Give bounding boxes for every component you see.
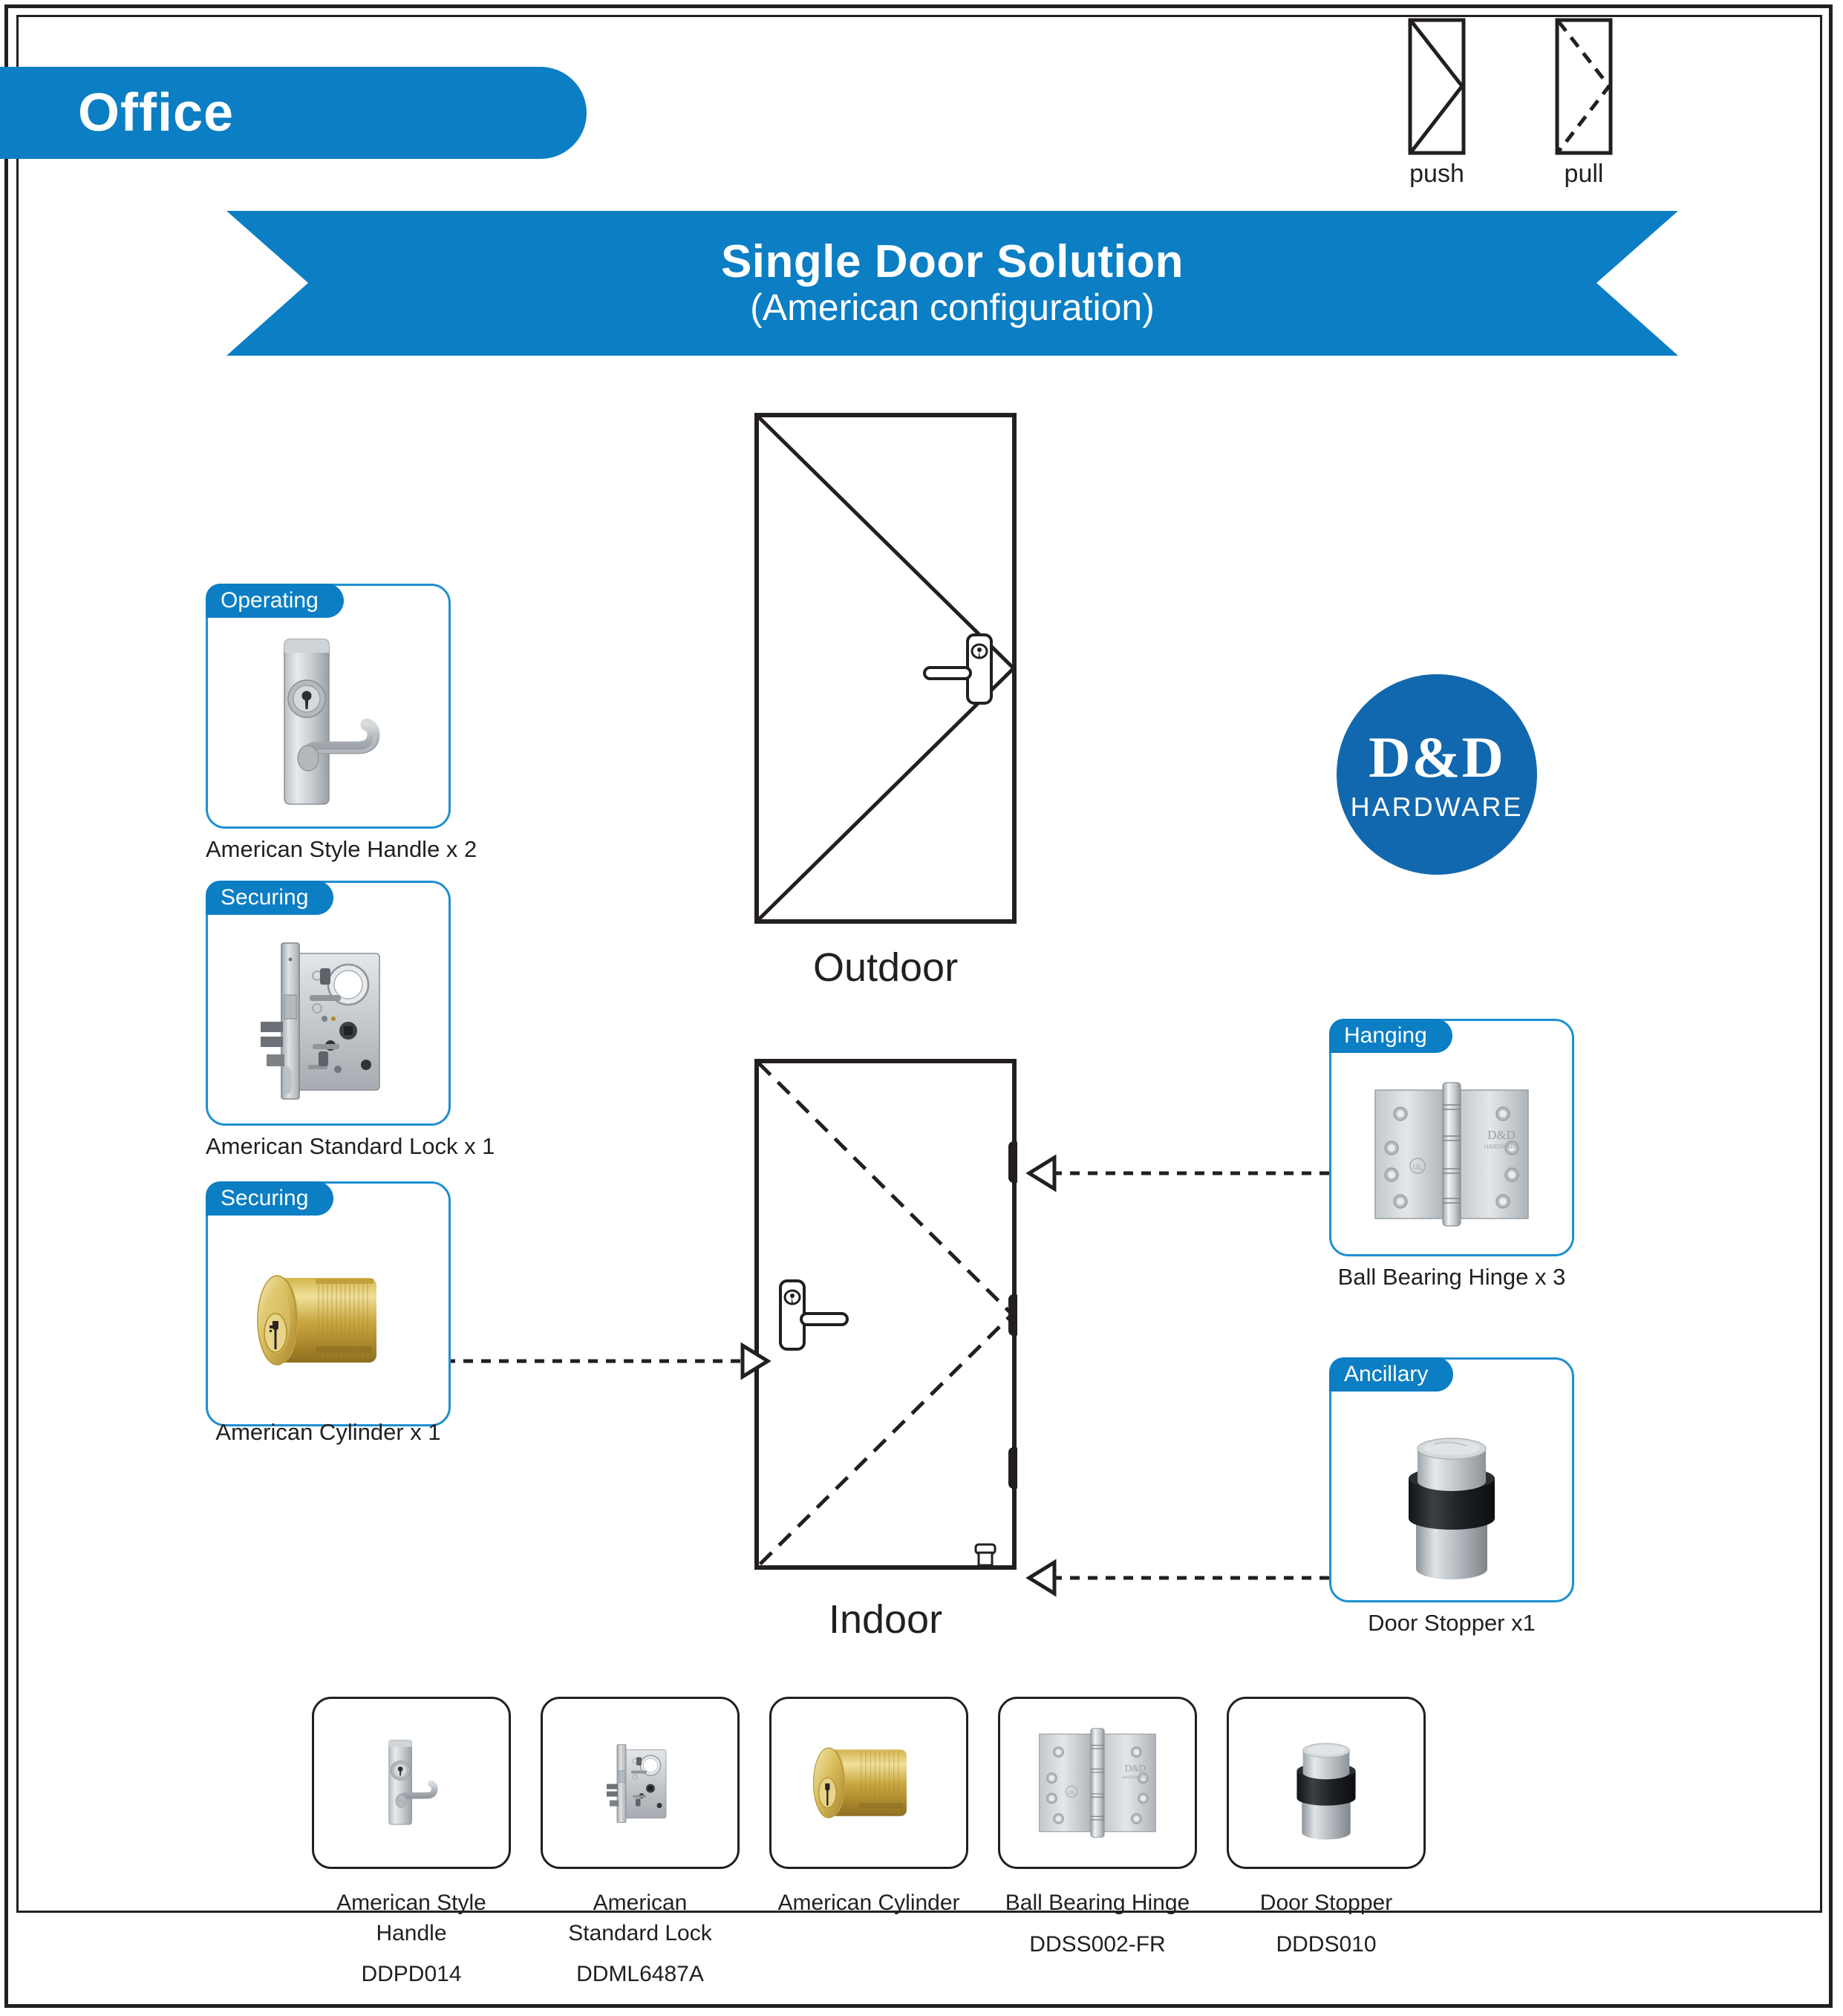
callout-caption-american-style-handle: American Style Handle x 2 xyxy=(206,836,477,862)
callout-door-stopper[interactable]: Ancillary xyxy=(1329,1357,1574,1602)
legend-thumb-lever-handle-plate xyxy=(312,1697,511,1869)
hinge-mark-top xyxy=(1008,1141,1017,1183)
legend-code: DDDS010 xyxy=(1276,1931,1377,1957)
callout-caption-ball-bearing-hinge: Ball Bearing Hinge x 3 xyxy=(1337,1264,1566,1290)
lever-handle-plate-image xyxy=(208,624,448,821)
callout-badge-securing-lock: Securing xyxy=(206,881,334,915)
legend-label: American Cylinder xyxy=(777,1891,960,1915)
floor-door-stop-image xyxy=(1331,1398,1572,1594)
hinge-mark-middle xyxy=(1008,1294,1017,1336)
legend-label: American Standard Lock xyxy=(568,1891,712,1945)
banner-ribbon-shape xyxy=(226,211,1678,356)
door-solution-infographic: Office push pull Single Door Solution (A… xyxy=(0,0,1843,2016)
brand-logo: D&D HARDWARE xyxy=(1337,674,1537,875)
mortise-lock-body-image xyxy=(208,921,448,1118)
callout-american-style-handle[interactable]: Operating xyxy=(206,584,451,829)
legend-thumb-floor-door-stop xyxy=(1227,1697,1426,1869)
legend-item-american-standard-lock[interactable]: American Standard Lock DDML6487A xyxy=(541,1697,740,1987)
svg-text:D&D: D&D xyxy=(1125,1762,1146,1773)
callout-ball-bearing-hinge[interactable]: Hanging D&D HARDWARE UL xyxy=(1329,1019,1574,1256)
legend-label: Ball Bearing Hinge xyxy=(1005,1891,1190,1915)
callout-caption-american-cylinder: American Cylinder x 1 xyxy=(215,1419,441,1445)
legend-item-american-cylinder[interactable]: American Cylinder xyxy=(769,1697,968,1932)
banner: Single Door Solution (American configura… xyxy=(226,211,1678,356)
brand-subtitle: HARDWARE xyxy=(1350,792,1524,822)
push-icon xyxy=(1408,18,1466,155)
callout-caption-american-standard-lock: American Standard Lock x 1 xyxy=(206,1133,495,1159)
legend-label: American Style Handle xyxy=(336,1891,486,1945)
callout-badge-ancillary: Ancillary xyxy=(1329,1357,1454,1392)
legend-thumb-brass-cylinder xyxy=(769,1697,968,1869)
legend-item-american-style-handle[interactable]: American Style Handle DDPD014 xyxy=(312,1697,511,1987)
callout-american-cylinder[interactable]: Securing xyxy=(206,1181,451,1426)
callout-badge-hanging: Hanging xyxy=(1329,1019,1452,1053)
brand-name: D&D xyxy=(1369,725,1505,789)
legend-item-ball-bearing-hinge[interactable]: D&D HARDWARE UL Ball Bearing Hinge DDSS0… xyxy=(998,1697,1197,1957)
legend-code: DDPD014 xyxy=(361,1962,462,1986)
push-label: push xyxy=(1409,160,1464,188)
svg-text:UL: UL xyxy=(1413,1164,1423,1172)
category-label: Office xyxy=(78,83,235,143)
brass-cylinder-image xyxy=(208,1222,448,1418)
callout-caption-door-stopper: Door Stopper x1 xyxy=(1368,1610,1536,1636)
legend-thumb-mortise-lock-body xyxy=(541,1697,740,1869)
swing-symbol-legend: push pull xyxy=(1389,18,1656,196)
indoor-door-diagram xyxy=(754,1058,1017,1570)
push-symbol: push xyxy=(1389,18,1485,189)
outdoor-door-diagram xyxy=(754,412,1017,924)
outdoor-label: Outdoor xyxy=(812,945,959,990)
svg-text:D&D: D&D xyxy=(1487,1128,1516,1142)
legend-item-door-stopper[interactable]: Door Stopper DDDS010 xyxy=(1227,1697,1426,1957)
butt-hinge-image: D&D HARDWARE UL xyxy=(1331,1060,1572,1248)
legend-code: DDSS002-FR xyxy=(1029,1931,1166,1957)
legend-code: DDML6487A xyxy=(576,1962,704,1986)
legend-label: Door Stopper xyxy=(1259,1891,1393,1915)
callout-american-standard-lock[interactable]: Securing xyxy=(206,881,451,1126)
callout-badge-operating: Operating xyxy=(206,584,344,618)
pull-icon xyxy=(1555,18,1613,155)
svg-text:UL: UL xyxy=(1068,1790,1075,1796)
pull-symbol: pull xyxy=(1536,18,1632,189)
hinge-mark-bottom xyxy=(1008,1447,1017,1489)
svg-text:HARDWARE: HARDWARE xyxy=(1122,1775,1148,1780)
category-pill: Office xyxy=(0,67,587,159)
indoor-label: Indoor xyxy=(828,1597,943,1642)
legend-thumb-butt-hinge: D&D HARDWARE UL xyxy=(998,1697,1197,1869)
pull-label: pull xyxy=(1564,160,1604,188)
svg-text:HARDWARE: HARDWARE xyxy=(1484,1144,1519,1150)
door-stopper-symbol xyxy=(974,1543,996,1567)
callout-badge-securing-cylinder: Securing xyxy=(206,1181,334,1216)
